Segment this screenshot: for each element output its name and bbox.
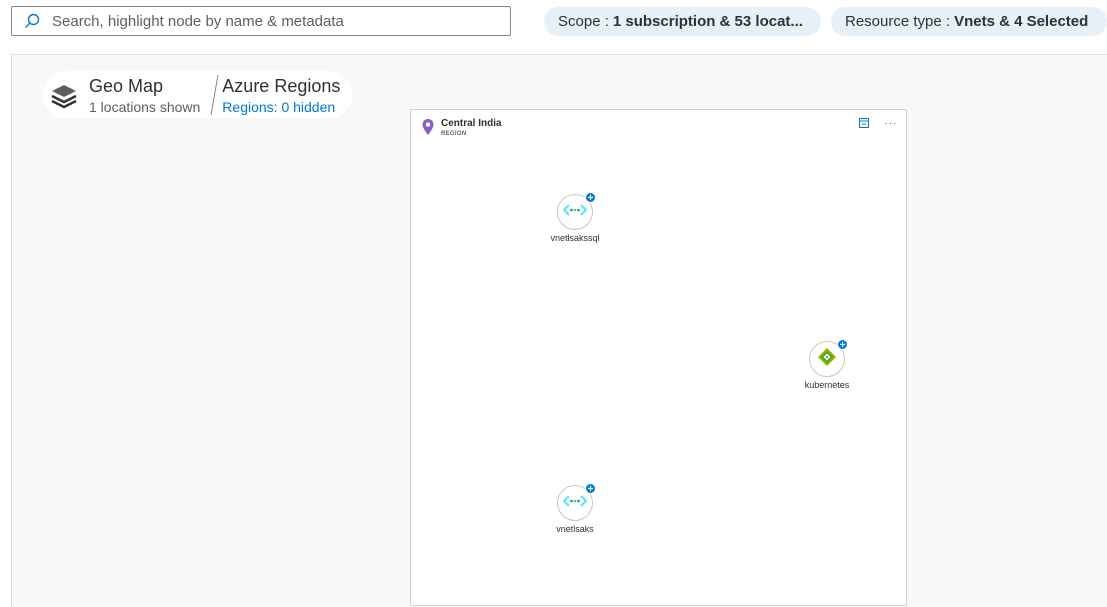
node-vnetlsakssql[interactable]: + vnetlsakssql xyxy=(535,192,615,243)
resource-type-filter-value: Vnets & 4 Selected xyxy=(954,13,1089,30)
more-options-icon[interactable]: ··· xyxy=(884,116,898,130)
regions-hidden-link[interactable]: Regions: 0 hidden xyxy=(222,98,340,116)
region-name: Central India xyxy=(441,118,502,129)
region-header: Central India REGION xyxy=(421,118,502,138)
node-vnetlsaks[interactable]: + vnetlsaks xyxy=(535,483,615,534)
region-type: REGION xyxy=(441,131,467,137)
node-circle: + xyxy=(557,192,596,230)
collapse-icon[interactable] xyxy=(857,116,871,130)
resource-type-filter-pill[interactable]: Resource type : Vnets & 4 Selected xyxy=(831,7,1107,36)
expand-plus-icon[interactable]: + xyxy=(585,192,596,204)
toolbar: Scope : 1 subscription & 53 locat... Res… xyxy=(0,0,1107,52)
node-kubernetes[interactable]: + kubernetes xyxy=(787,339,867,390)
location-pin-icon xyxy=(421,118,435,136)
scope-filter-pill[interactable]: Scope : 1 subscription & 53 locat... xyxy=(544,7,821,36)
search-box[interactable] xyxy=(11,6,511,36)
scope-filter-value: 1 subscription & 53 locat... xyxy=(612,13,803,30)
node-circle: + xyxy=(809,339,848,377)
breadcrumb-azure-regions[interactable]: Azure Regions Regions: 0 hidden xyxy=(222,71,353,119)
search-input[interactable] xyxy=(52,8,510,34)
breadcrumb: Geo Map 1 locations shown Azure Regions … xyxy=(43,71,353,119)
node-label: kubernetes xyxy=(804,380,850,390)
scope-filter-label: Scope : xyxy=(558,13,609,30)
breadcrumb-separator xyxy=(208,71,223,119)
node-label: vnetlsaks xyxy=(556,524,594,534)
kubernetes-service-icon xyxy=(817,347,837,372)
expand-plus-icon[interactable]: + xyxy=(837,339,848,351)
search-icon xyxy=(12,7,52,35)
node-circle: + xyxy=(557,483,596,521)
geo-map-subtitle: 1 locations shown xyxy=(89,99,201,115)
expand-plus-icon[interactable]: + xyxy=(585,483,596,495)
virtual-network-icon xyxy=(562,202,588,223)
breadcrumb-geo-map[interactable]: Geo Map 1 locations shown xyxy=(43,71,209,119)
azure-regions-title: Azure Regions xyxy=(222,76,341,96)
layers-icon xyxy=(47,78,81,112)
topology-canvas[interactable]: Geo Map 1 locations shown Azure Regions … xyxy=(11,54,1107,607)
region-card[interactable]: Central India REGION ··· + vnetlsakssql … xyxy=(410,109,907,606)
resource-type-filter-label: Resource type : xyxy=(845,13,951,30)
node-label: vnetlsakssql xyxy=(550,233,600,243)
geo-map-title: Geo Map xyxy=(89,76,164,96)
virtual-network-icon xyxy=(562,493,588,514)
